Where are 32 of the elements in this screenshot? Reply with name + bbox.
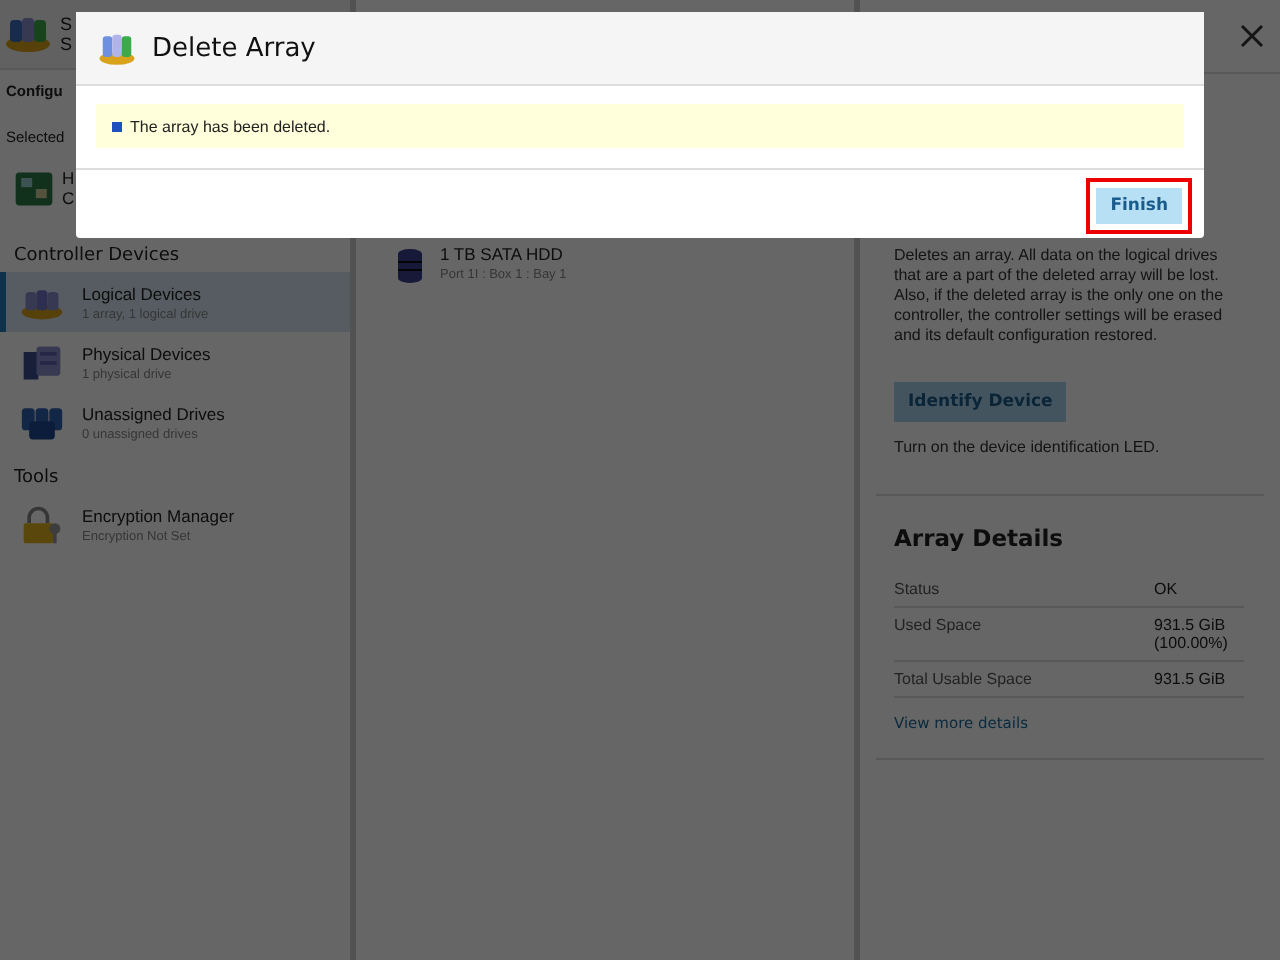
item-name: C <box>62 188 75 208</box>
finish-button[interactable]: Finish <box>1090 182 1188 230</box>
detail-label: Total Usable Space <box>894 670 1034 688</box>
controller-board-icon <box>12 169 56 207</box>
item-name: Encryption Manager <box>82 505 235 525</box>
item-name: Logical Devices <box>82 283 204 303</box>
server-drives-icon <box>20 343 64 381</box>
disk-stack-icon <box>98 29 136 67</box>
detail-value: 931.5 GiB <box>1154 670 1228 688</box>
detail-label: Used Space <box>894 616 984 638</box>
button-note: Turn on the device identification LED. <box>894 438 1162 458</box>
header-text: S <box>60 34 73 54</box>
identify-device-button[interactable]: Identify Device <box>894 382 1067 422</box>
dialog-title: Delete Array <box>152 33 316 63</box>
disk-stack-icon <box>20 403 64 441</box>
padlock-key-icon <box>20 505 64 543</box>
close-icon[interactable] <box>1240 24 1264 48</box>
item-name: Unassigned Drives <box>82 403 225 423</box>
group-title: Controller Devices <box>12 244 182 270</box>
drive-name: 1 TB SATA HDD <box>440 244 565 264</box>
detail-value: 931.5 GiB (100.00%) <box>1154 616 1230 652</box>
disk-drive-icon <box>396 248 424 284</box>
action-description: Deletes an array. All data on the logical drives that are a part of the deleted array will be lost. Also, if the deleted array is the only one on the controller, the controller settings will be erased and its default configuration restored. <box>894 246 1226 346</box>
group-title: Tools <box>12 466 61 492</box>
square-bullet-icon <box>112 121 122 131</box>
header-text: S <box>60 14 73 34</box>
item-name: H <box>62 168 75 188</box>
detail-value: OK <box>1154 580 1180 598</box>
array-details-title: Array Details <box>894 524 1065 552</box>
message-text: The array has been deleted. <box>130 117 331 135</box>
item-name: Physical Devices <box>82 343 211 363</box>
detail-label: Status <box>894 580 942 598</box>
